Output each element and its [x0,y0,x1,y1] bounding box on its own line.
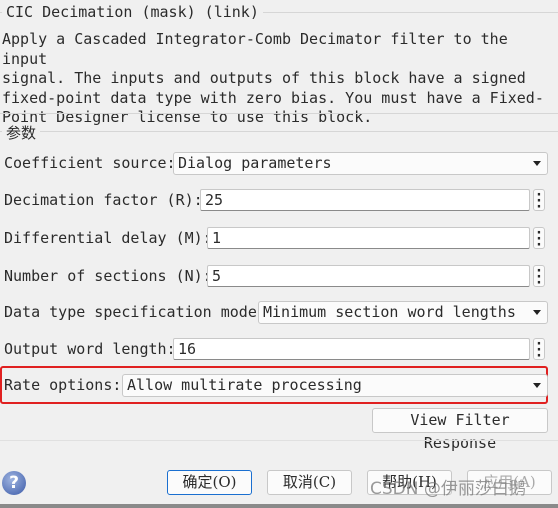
params-title: 参数 [2,122,41,143]
num-sections-label: Number of sections (N): [4,267,212,285]
more-options-icon[interactable]: · · · [533,188,545,214]
params-divider [0,131,558,132]
help-icon[interactable]: ? [2,471,26,495]
cancel-button[interactable]: 取消(C) [267,470,352,495]
chevron-down-icon [533,310,541,315]
chevron-down-icon [533,383,541,388]
data-type-mode-select[interactable]: Minimum section word lengths [258,301,548,324]
window-bottom-border [0,504,558,508]
more-options-icon[interactable]: · · · [533,337,545,363]
decimation-factor-input[interactable]: 25 [200,189,530,211]
num-sections-input[interactable]: 5 [207,265,530,287]
block-title: CIC Decimation (mask) (link) [2,3,263,21]
more-options-icon[interactable]: · · · [533,264,545,290]
rate-options-value: Allow multirate processing [127,376,362,394]
output-word-length-label: Output word length: [4,340,176,358]
more-options-icon[interactable]: · · · [533,226,545,252]
footer-divider [0,440,558,441]
divider [0,113,558,114]
chevron-down-icon [533,161,541,166]
watermark: CSDN @伊丽莎白鹅 [370,479,526,499]
output-word-length-input[interactable]: 16 [173,338,530,360]
ok-button[interactable]: 确定(O) [167,470,252,495]
coefficient-source-select[interactable]: Dialog parameters [173,152,548,175]
differential-delay-label: Differential delay (M): [4,229,212,247]
rate-options-select[interactable]: Allow multirate processing [122,374,548,397]
rate-options-label: Rate options: [4,376,122,394]
differential-delay-input[interactable]: 1 [207,227,530,249]
coefficient-source-value: Dialog parameters [178,154,332,172]
decimation-factor-label: Decimation factor (R): [4,191,203,209]
data-type-mode-value: Minimum section word lengths [263,303,516,321]
view-filter-response-button[interactable]: View Filter Response [372,408,548,452]
data-type-mode-label: Data type specification mode: [4,303,266,321]
coefficient-source-label: Coefficient source: [4,154,176,172]
